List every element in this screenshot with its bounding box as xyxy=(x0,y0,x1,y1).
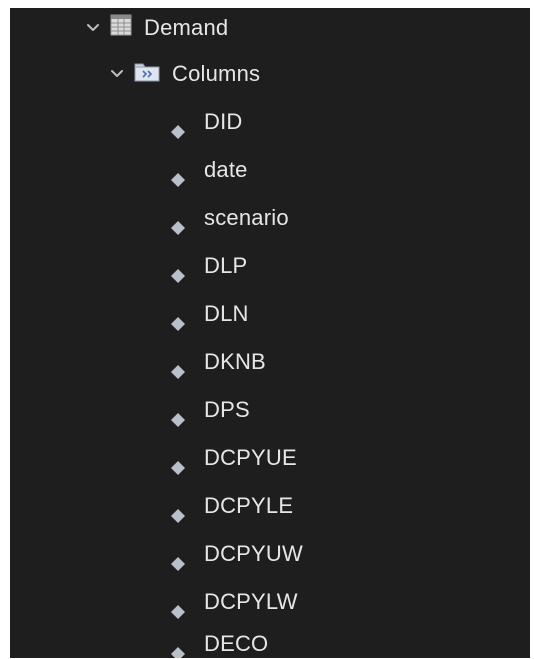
column-diamond-icon xyxy=(170,264,186,283)
column-item[interactable]: DKNB xyxy=(170,342,266,382)
column-item[interactable]: DECO xyxy=(170,624,268,658)
chevron-down-icon[interactable] xyxy=(84,19,102,37)
tree-node-demand[interactable]: Demand xyxy=(84,8,228,48)
column-label: DCPYLE xyxy=(204,493,294,518)
folder-label: Columns xyxy=(172,61,261,86)
column-diamond-icon xyxy=(170,216,186,235)
column-label: DCPYUE xyxy=(204,445,297,470)
column-diamond-icon xyxy=(170,552,186,571)
column-diamond-icon xyxy=(170,504,186,523)
tree-panel: Demand Columns DID date scenario DLP DLN… xyxy=(10,8,530,658)
column-label: DLN xyxy=(204,301,249,326)
column-item[interactable]: DLN xyxy=(170,294,249,334)
column-label: DID xyxy=(204,109,243,134)
column-item[interactable]: scenario xyxy=(170,198,289,238)
column-item[interactable]: DCPYLE xyxy=(170,486,293,526)
column-item[interactable]: DCPYUW xyxy=(170,534,303,574)
column-item[interactable]: DCPYLW xyxy=(170,582,298,622)
table-label: Demand xyxy=(144,15,229,40)
table-icon xyxy=(110,14,132,42)
column-item[interactable]: DCPYUE xyxy=(170,438,297,478)
column-item[interactable]: DID xyxy=(170,102,243,142)
column-diamond-icon xyxy=(170,408,186,427)
column-diamond-icon xyxy=(170,360,186,379)
column-label: DLP xyxy=(204,253,248,278)
column-label: DCPYLW xyxy=(204,589,298,614)
column-diamond-icon xyxy=(170,168,186,187)
folder-icon xyxy=(134,60,160,88)
column-label: DKNB xyxy=(204,349,266,374)
column-label: date xyxy=(204,157,248,182)
tree-node-columns[interactable]: Columns xyxy=(108,54,260,94)
column-item[interactable]: DLP xyxy=(170,246,247,286)
column-diamond-icon xyxy=(170,312,186,331)
column-diamond-icon xyxy=(170,642,186,658)
column-diamond-icon xyxy=(170,456,186,475)
column-diamond-icon xyxy=(170,120,186,139)
column-diamond-icon xyxy=(170,600,186,619)
column-item[interactable]: DPS xyxy=(170,390,250,430)
column-label: DCPYUW xyxy=(204,541,303,566)
chevron-down-icon[interactable] xyxy=(108,65,126,83)
column-label: DECO xyxy=(204,631,269,656)
column-item[interactable]: date xyxy=(170,150,248,190)
column-label: scenario xyxy=(204,205,289,230)
column-label: DPS xyxy=(204,397,250,422)
